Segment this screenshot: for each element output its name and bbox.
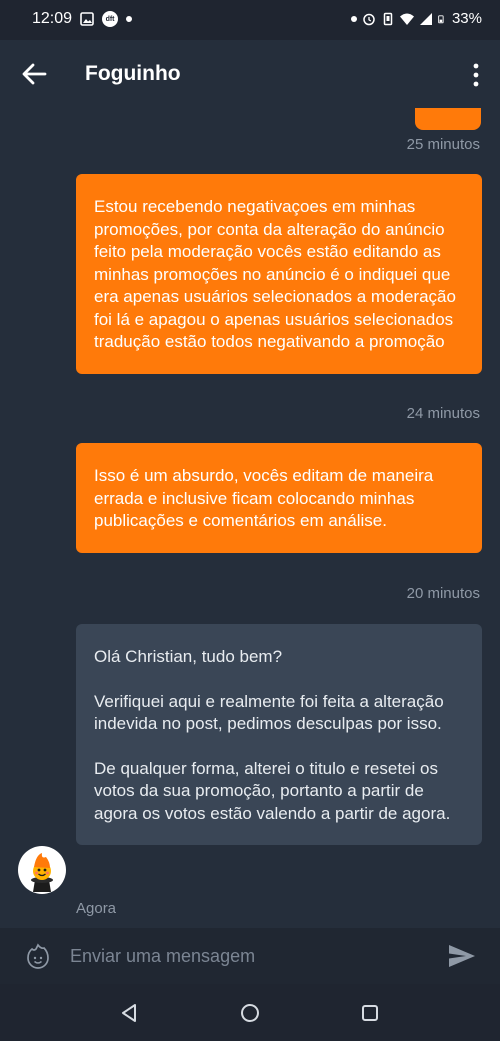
- signal-icon: [419, 12, 432, 25]
- wifi-icon: [399, 13, 414, 25]
- nav-recents-icon[interactable]: [359, 1002, 381, 1024]
- carrier-badge-icon: dft: [102, 11, 119, 27]
- incoming-message[interactable]: Olá Christian, tudo bem? Verifiquei aqui…: [76, 624, 482, 845]
- avatar[interactable]: [18, 846, 66, 894]
- image-notification-icon: [80, 12, 94, 26]
- notification-dot-icon: [350, 15, 357, 22]
- outgoing-message[interactable]: Isso é um absurdo, vocês editam de manei…: [76, 443, 482, 553]
- message-text: Estou recebendo negativaçoes em minhas p…: [94, 197, 456, 351]
- battery-level: 33%: [451, 10, 482, 27]
- message-paragraph: De qualquer forma, alterei o titulo e re…: [94, 758, 451, 823]
- battery-icon: [438, 14, 444, 23]
- message-paragraph: Olá Christian, tudo bem?: [94, 647, 283, 666]
- message-time: 24 minutos: [406, 405, 480, 422]
- emoji-icon[interactable]: [25, 943, 51, 969]
- nav-back-icon[interactable]: [118, 1002, 140, 1024]
- status-bar: 12:09 dft 33%: [0, 0, 500, 40]
- chat-title: Foguinho: [85, 62, 181, 85]
- message-list[interactable]: 25 minutos Estou recebendo negativaçoes …: [0, 108, 500, 928]
- alarm-icon: [363, 13, 375, 25]
- back-arrow-icon[interactable]: [20, 60, 48, 88]
- message-paragraph: Verifiquei aqui e realmente foi feita a …: [94, 691, 444, 734]
- system-navigation-bar: [0, 984, 500, 1041]
- notification-dot-icon: [126, 16, 133, 22]
- app-bar: Foguinho: [0, 40, 500, 108]
- message-time: 25 minutos: [406, 136, 480, 153]
- message-input[interactable]: Enviar uma mensagem: [70, 946, 255, 967]
- more-options-icon[interactable]: [470, 62, 482, 88]
- message-composer: Enviar uma mensagem: [0, 928, 500, 984]
- foguinho-mascot-icon: [31, 853, 53, 892]
- send-icon[interactable]: [448, 944, 476, 968]
- message-text: Isso é um absurdo, vocês editam de manei…: [94, 466, 434, 530]
- vibrate-icon: [383, 12, 393, 25]
- message-time: 20 minutos: [406, 585, 480, 602]
- message-time: Agora: [76, 900, 117, 917]
- outgoing-message[interactable]: Estou recebendo negativaçoes em minhas p…: [76, 174, 482, 374]
- nav-home-icon[interactable]: [239, 1002, 261, 1024]
- message-bubble-partial: [415, 108, 481, 130]
- status-time: 12:09: [32, 10, 73, 27]
